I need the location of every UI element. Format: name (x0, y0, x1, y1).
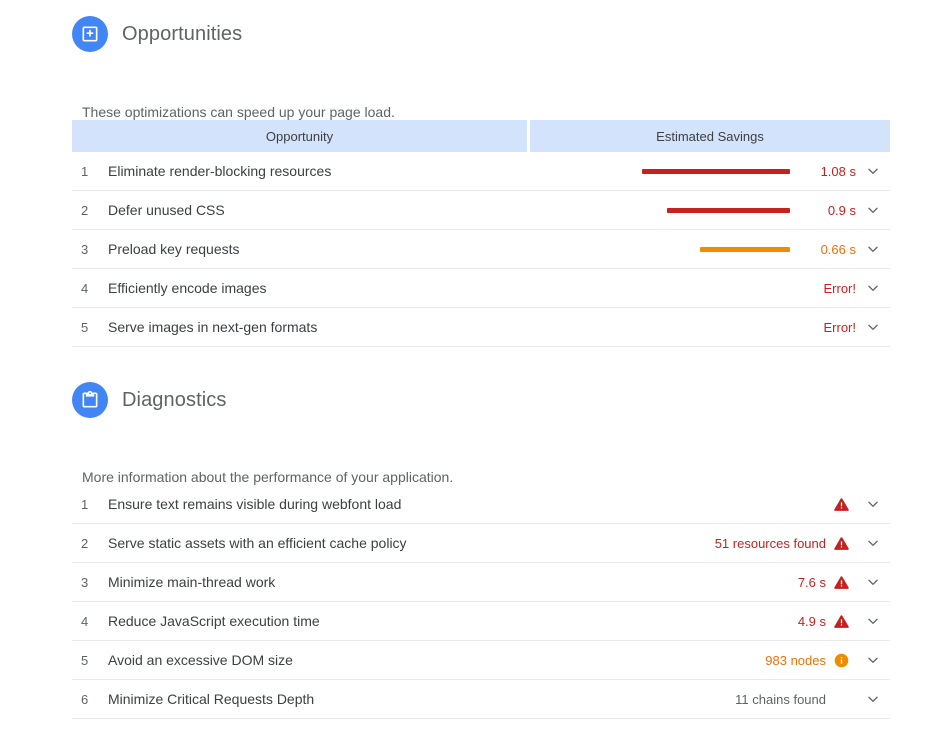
diagnostic-value: 11 chains found (735, 691, 826, 707)
row-index: 5 (81, 319, 89, 335)
chevron-down-icon[interactable] (856, 281, 890, 295)
row-index: 4 (81, 280, 89, 296)
chevron-down-icon[interactable] (856, 242, 890, 256)
opportunities-description: These optimizations can speed up your pa… (82, 104, 395, 120)
diagnostics-description: More information about the performance o… (82, 469, 454, 485)
info-circle-icon (826, 652, 856, 669)
chevron-down-icon[interactable] (856, 164, 890, 178)
row-index: 1 (81, 163, 89, 179)
opportunity-row[interactable]: 2 Defer unused CSS 0.9 s (72, 191, 890, 230)
column-header-estimated-savings: Estimated Savings (530, 120, 890, 152)
savings-bar (642, 168, 790, 174)
savings-value: Error! (823, 280, 857, 296)
diagnostic-row[interactable]: 4 Reduce JavaScript execution time 4.9 s (72, 602, 890, 641)
opportunity-row[interactable]: 5 Serve images in next-gen formats Error! (72, 308, 890, 347)
row-index: 1 (81, 496, 89, 512)
diagnostic-value: 7.6 s (797, 574, 826, 590)
row-index: 2 (81, 202, 89, 218)
opportunity-savings-cell: 0.66 s (640, 242, 890, 257)
opportunity-row[interactable]: 4 Efficiently encode images Error! (72, 269, 890, 308)
row-index: 6 (81, 691, 89, 707)
opportunity-row[interactable]: 3 Preload key requests 0.66 s (72, 230, 890, 269)
diagnostic-status-cell: 7.6 s (798, 574, 890, 591)
savings-value: Error! (823, 319, 857, 335)
clipboard-icon (72, 382, 108, 418)
opportunities-table-header: Opportunity Estimated Savings (72, 120, 890, 152)
diagnostic-label: Reduce JavaScript execution time (108, 613, 320, 629)
warning-triangle-icon (826, 574, 856, 591)
chevron-down-icon[interactable] (856, 203, 890, 217)
chevron-down-icon[interactable] (856, 536, 890, 550)
chevron-down-icon[interactable] (856, 575, 890, 589)
diagnostic-value: 51 resources found (714, 535, 826, 551)
opportunity-savings-cell: 0.9 s (640, 203, 890, 218)
diagnostic-value: 4.9 s (797, 613, 826, 629)
opportunity-label: Efficiently encode images (108, 280, 267, 296)
savings-value: 0.9 s (827, 202, 856, 218)
warning-triangle-icon (826, 496, 856, 513)
diagnostic-label: Serve static assets with an efficient ca… (108, 535, 407, 551)
opportunity-savings-cell: 1.08 s (640, 164, 890, 179)
opportunities-section-header: Opportunities (72, 16, 242, 52)
warning-triangle-icon (826, 613, 856, 630)
diagnostics-section-header: Diagnostics (72, 382, 226, 418)
lighthouse-report-page: Opportunities These optimizations can sp… (0, 0, 950, 734)
row-index: 3 (81, 574, 89, 590)
savings-value: 1.08 s (820, 163, 856, 179)
row-index: 5 (81, 652, 89, 668)
row-index: 4 (81, 613, 89, 629)
diagnostic-label: Ensure text remains visible during webfo… (108, 496, 402, 512)
diagnostics-table: 1 Ensure text remains visible during webf… (72, 485, 890, 719)
opportunities-table: Opportunity Estimated Savings 1 Eliminate… (72, 120, 890, 347)
savings-bar (700, 246, 790, 252)
chevron-down-icon[interactable] (856, 653, 890, 667)
savings-bar-track (640, 207, 790, 213)
column-header-opportunity: Opportunity (72, 120, 527, 152)
row-index: 3 (81, 241, 89, 257)
diagnostic-label: Minimize main-thread work (108, 574, 276, 590)
opportunity-label: Defer unused CSS (108, 202, 225, 218)
diagnostic-row[interactable]: 6 Minimize Critical Requests Depth 11 chai… (72, 680, 890, 719)
diagnostic-row[interactable]: 3 Minimize main-thread work 7.6 s (72, 563, 890, 602)
savings-value: 0.66 s (820, 241, 856, 257)
savings-bar-track (640, 246, 790, 252)
opportunities-title: Opportunities (122, 22, 243, 45)
diagnostic-value: 983 nodes (765, 652, 826, 668)
opportunity-row[interactable]: 1 Eliminate render-blocking resources 1.08… (72, 152, 890, 191)
diagnostic-status-cell: 983 nodes (765, 652, 890, 669)
chevron-down-icon[interactable] (856, 497, 890, 511)
savings-bar (667, 207, 790, 213)
row-index: 2 (81, 535, 89, 551)
diagnostics-row-list: 1 Ensure text remains visible during webf… (72, 485, 890, 719)
diagnostic-status-cell: 11 chains found (735, 692, 890, 707)
chevron-down-icon[interactable] (856, 614, 890, 628)
opportunity-label: Serve images in next-gen formats (108, 319, 318, 335)
image-plus-icon (72, 16, 108, 52)
diagnostic-label: Avoid an excessive DOM size (108, 652, 293, 668)
chevron-down-icon[interactable] (856, 692, 890, 706)
opportunity-savings-cell: Error! (640, 320, 890, 335)
diagnostic-status-cell: 4.9 s (798, 613, 890, 630)
diagnostics-title: Diagnostics (122, 388, 227, 411)
diagnostic-row[interactable]: 2 Serve static assets with an efficient c… (72, 524, 890, 563)
diagnostic-status-cell: 51 resources found (715, 535, 890, 552)
savings-bar-track (640, 168, 790, 174)
opportunity-label: Eliminate render-blocking resources (108, 163, 332, 179)
diagnostic-label: Minimize Critical Requests Depth (108, 691, 315, 707)
diagnostic-row[interactable]: 5 Avoid an excessive DOM size 983 nodes (72, 641, 890, 680)
chevron-down-icon[interactable] (856, 320, 890, 334)
diagnostic-row[interactable]: 1 Ensure text remains visible during webf… (72, 485, 890, 524)
opportunity-savings-cell: Error! (640, 281, 890, 296)
diagnostic-status-cell (826, 496, 890, 513)
opportunity-label: Preload key requests (108, 241, 240, 257)
opportunities-row-list: 1 Eliminate render-blocking resources 1.08… (72, 152, 890, 347)
warning-triangle-icon (826, 535, 856, 552)
